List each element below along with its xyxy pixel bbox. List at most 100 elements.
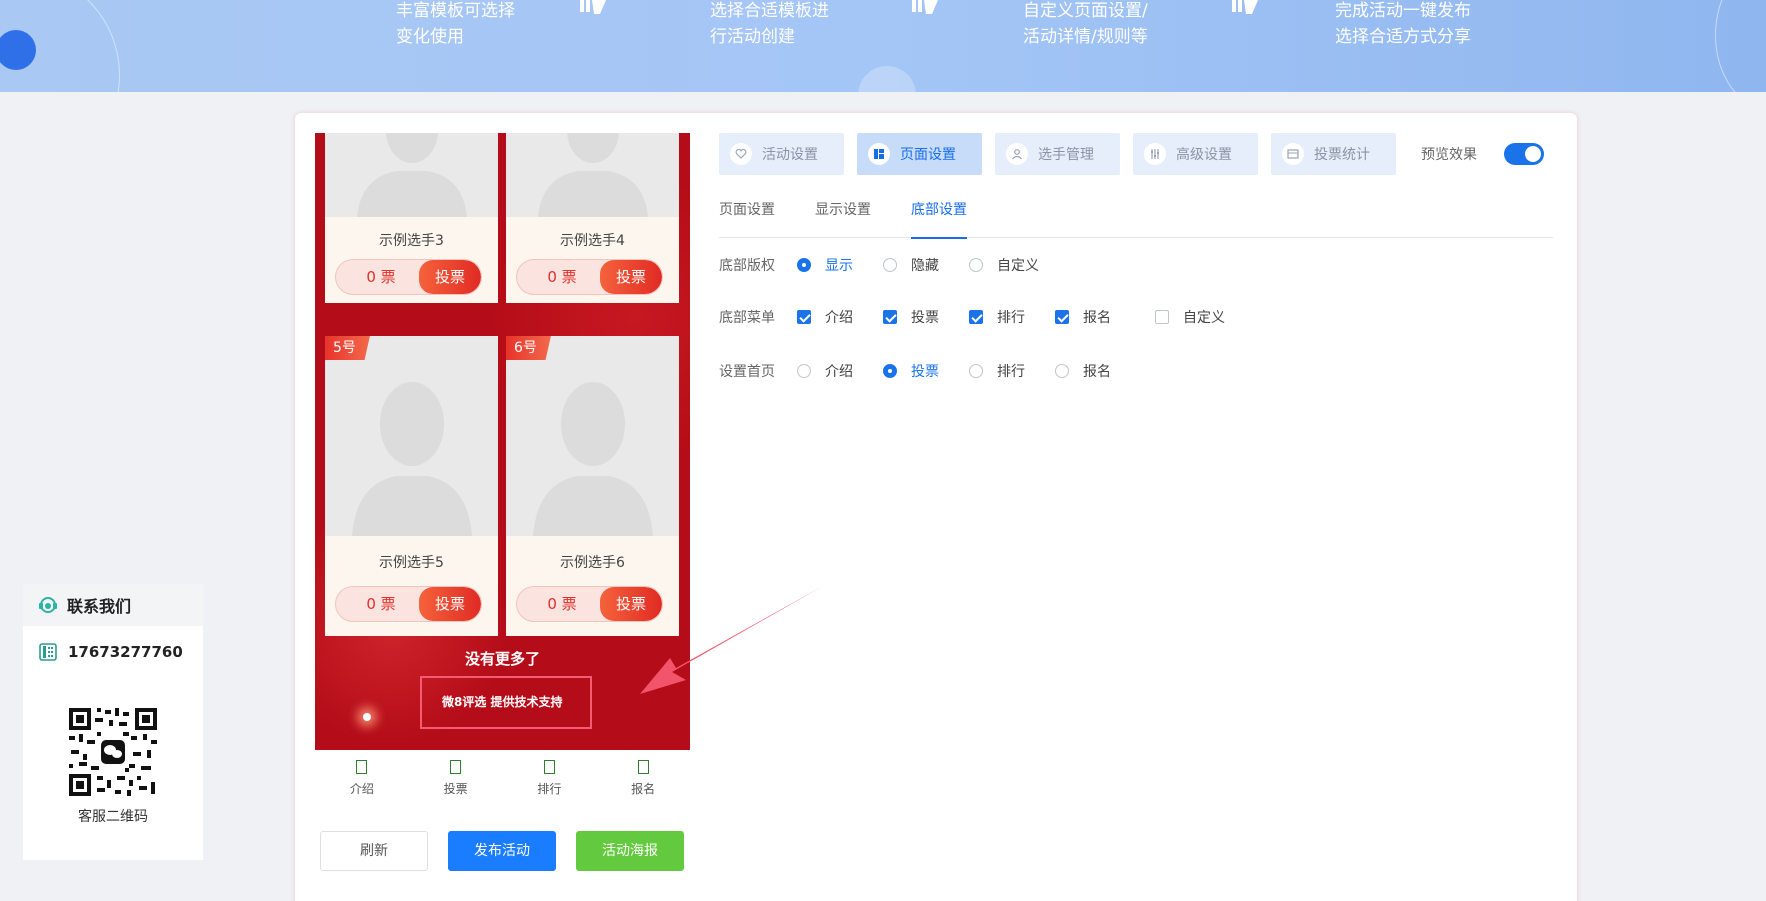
- vote-count: 0 票: [366, 268, 396, 286]
- radio-home-signup[interactable]: 报名: [1055, 361, 1111, 381]
- subtab-page-settings[interactable]: 页面设置: [719, 195, 775, 238]
- banner-step-4: 完成活动一键发布 选择合适方式分享: [1335, 1, 1471, 47]
- phone-preview: 示例选手3 0 票 投票 示例选手4 0 票 投票 5号 示例选手5 0 票 投…: [315, 133, 690, 750]
- player-photo: [325, 133, 498, 217]
- radio-copyright-hide[interactable]: 隐藏: [883, 255, 939, 275]
- action-buttons: 刷新 发布活动 活动海报: [320, 831, 684, 871]
- preview-effect-toggle[interactable]: [1504, 143, 1544, 165]
- player-name: 示例选手3: [379, 233, 444, 249]
- decorative-circle: [1715, 0, 1766, 92]
- contact-phone-number: 17673277760: [68, 643, 183, 661]
- player-photo: [506, 133, 679, 217]
- decorative-circle: [858, 66, 916, 92]
- player-card: 5号 示例选手5 0 票 投票: [325, 336, 498, 636]
- player-name: 示例选手6: [560, 555, 625, 571]
- footer-menu-label: 底部菜单: [719, 310, 775, 326]
- intro-icon: [356, 760, 368, 774]
- subtab-footer-settings[interactable]: 底部设置: [911, 195, 967, 239]
- banner-step-2: 选择合适模板进 行活动创建: [710, 1, 829, 47]
- radio-home-ranking[interactable]: 排行: [969, 361, 1025, 381]
- vote-count: 0 票: [547, 268, 577, 286]
- vote-icon: [450, 760, 462, 774]
- home-page-label: 设置首页: [719, 364, 775, 380]
- footer-copyright-row: 底部版权 显示 隐藏 自定义: [719, 255, 1069, 275]
- decorative-glow: [363, 713, 371, 721]
- player-photo: 6号: [506, 336, 679, 536]
- customer-service-icon: [39, 597, 57, 613]
- avatar-placeholder-icon: [537, 133, 648, 217]
- avatar-placeholder-icon: [351, 382, 472, 536]
- avatar-placeholder-icon: [356, 133, 467, 217]
- heart-icon: [730, 143, 752, 165]
- radio-copyright-show[interactable]: 显示: [797, 255, 853, 275]
- tab-page-settings[interactable]: 页面设置: [857, 133, 982, 175]
- player-photo: 5号: [325, 336, 498, 536]
- settings-sub-tabs: 页面设置 显示设置 底部设置: [719, 195, 1553, 239]
- player-number-badge: 5号: [325, 336, 370, 360]
- checkbox-menu-signup[interactable]: 报名: [1055, 307, 1111, 327]
- contact-card: 联系我们 17673277760 客服二维码: [23, 584, 203, 860]
- top-banner: 丰富模板可选择 变化使用 选择合适模板进 行活动创建 自定义页面设置/ 活动详情…: [0, 0, 1766, 92]
- radio-home-intro[interactable]: 介绍: [797, 361, 853, 381]
- signup-icon: [637, 760, 649, 774]
- nav-item-signup[interactable]: 报名: [596, 750, 690, 804]
- qr-code-label: 客服二维码: [78, 809, 148, 825]
- subtab-display-settings[interactable]: 显示设置: [815, 195, 871, 238]
- vote-count: 0 票: [547, 595, 577, 613]
- banner-step-3: 自定义页面设置/ 活动详情/规则等: [1023, 1, 1148, 47]
- checkbox-menu-custom[interactable]: 自定义: [1155, 307, 1225, 327]
- chart-icon: [1282, 143, 1304, 165]
- contact-phone: 17673277760: [23, 626, 203, 662]
- player-name: 示例选手4: [560, 233, 625, 249]
- preview-effect-label: 预览效果: [1421, 147, 1477, 163]
- tech-support-footer: 微8评选 提供技术支持: [420, 676, 592, 729]
- radio-copyright-custom[interactable]: 自定义: [969, 255, 1039, 275]
- layout-icon: [868, 143, 890, 165]
- qr-code-image: [67, 706, 159, 798]
- user-icon: [1006, 143, 1028, 165]
- avatar-placeholder-icon: [532, 382, 653, 536]
- nav-item-vote[interactable]: 投票: [409, 750, 503, 804]
- footer-menu-row: 底部菜单 介绍 投票 排行 报名 自定义: [719, 307, 1255, 327]
- ranking-icon: [543, 760, 555, 774]
- vote-button[interactable]: 投票: [600, 260, 662, 294]
- poster-button[interactable]: 活动海报: [576, 831, 684, 871]
- checkbox-menu-intro[interactable]: 介绍: [797, 307, 853, 327]
- contact-title: 联系我们: [67, 597, 132, 616]
- vote-button[interactable]: 投票: [419, 260, 481, 294]
- vote-widget: 0 票 投票: [516, 586, 663, 622]
- player-card: 6号 示例选手6 0 票 投票: [506, 336, 679, 636]
- checkbox-menu-ranking[interactable]: 排行: [969, 307, 1025, 327]
- nav-item-ranking[interactable]: 排行: [503, 750, 597, 804]
- publish-button[interactable]: 发布活动: [448, 831, 556, 871]
- tab-advanced-settings[interactable]: 高级设置: [1133, 133, 1258, 175]
- sliders-icon: [1144, 143, 1166, 165]
- vote-button[interactable]: 投票: [419, 587, 481, 621]
- phone-icon: [39, 643, 57, 661]
- vote-widget: 0 票 投票: [335, 259, 482, 295]
- main-card: 示例选手3 0 票 投票 示例选手4 0 票 投票 5号 示例选手5 0 票 投…: [295, 113, 1577, 901]
- player-number-badge: 6号: [506, 336, 551, 360]
- step-arrow-icon: [580, 0, 606, 14]
- tab-vote-statistics[interactable]: 投票统计: [1271, 133, 1396, 175]
- step-arrow-icon: [912, 0, 938, 14]
- vote-count: 0 票: [366, 595, 396, 613]
- no-more-text: 没有更多了: [464, 650, 540, 668]
- refresh-button[interactable]: 刷新: [320, 831, 428, 871]
- banner-step-1: 丰富模板可选择 变化使用: [396, 1, 515, 47]
- vote-button[interactable]: 投票: [600, 587, 662, 621]
- nav-item-intro[interactable]: 介绍: [315, 750, 409, 804]
- settings-top-tabs: 活动设置 页面设置 选手管理 高级设置 投票统计 预览效果: [719, 133, 1544, 175]
- player-card: 示例选手3 0 票 投票: [325, 133, 498, 303]
- player-name: 示例选手5: [379, 555, 444, 571]
- contact-header: 联系我们: [23, 584, 203, 626]
- checkbox-menu-vote[interactable]: 投票: [883, 307, 939, 327]
- radio-home-vote[interactable]: 投票: [883, 361, 939, 381]
- player-card: 示例选手4 0 票 投票: [506, 133, 679, 303]
- vote-widget: 0 票 投票: [516, 259, 663, 295]
- home-page-row: 设置首页 介绍 投票 排行 报名: [719, 361, 1141, 381]
- tab-player-management[interactable]: 选手管理: [995, 133, 1120, 175]
- footer-copyright-label: 底部版权: [719, 258, 775, 274]
- tab-activity-settings[interactable]: 活动设置: [719, 133, 844, 175]
- vote-widget: 0 票 投票: [335, 586, 482, 622]
